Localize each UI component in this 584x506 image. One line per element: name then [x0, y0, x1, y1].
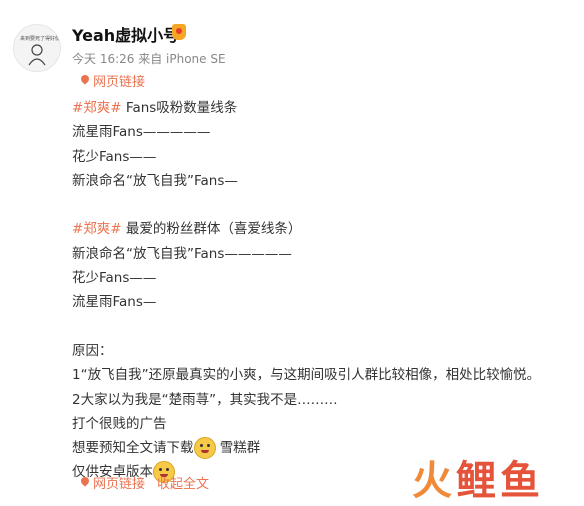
watermark-right: 鲤鱼 — [456, 458, 544, 504]
hashtag-link[interactable]: #郑爽# — [72, 221, 122, 237]
footer-web-link[interactable]: 网页链接 — [93, 473, 145, 492]
cartoon-figure-icon — [28, 44, 46, 66]
post-line: 流星雨Fans————— — [72, 120, 582, 144]
post-line: 新浪命名“放飞自我”Fans— — [72, 169, 582, 193]
location-pin-icon — [80, 477, 90, 489]
post-meta: 今天 16:26 来自 iPhone SE — [72, 52, 226, 66]
post-line: 2大家以为我是“楚雨荨”，其实我不是……… — [72, 388, 582, 412]
vip-badge-icon — [172, 24, 186, 40]
post-line: 花少Fans—— — [72, 145, 582, 169]
post-line: 花少Fans—— — [72, 266, 582, 290]
post-line: 打个很贱的广告 — [72, 412, 582, 436]
collapse-text-link[interactable]: 收起全文 — [157, 473, 209, 492]
post-line-text: 花少Fans—— — [72, 148, 157, 165]
watermark-left: 火 — [412, 458, 456, 504]
post-line: 原因： — [72, 339, 582, 363]
post-line-text: 1“放飞自我”还原最真实的小爽，与这期间吸引人群比较相像，相处比较愉悦。 — [72, 367, 541, 384]
post-line: 1“放飞自我”还原最真实的小爽，与这期间吸引人群比较相像，相处比较愉悦。 — [72, 363, 582, 387]
post-line-text: 流星雨Fans— — [72, 294, 157, 311]
post-body: #郑爽# Fans吸粉数量线条流星雨Fans————— 花少Fans—— 新浪命名“… — [72, 96, 582, 485]
post-line-text: 花少Fans—— — [72, 270, 157, 287]
post-line: 新浪命名“放飞自我”Fans————— — [72, 242, 582, 266]
post-line-text: 流星雨Fans————— — [72, 124, 211, 141]
post-line-text: 新浪命名“放飞自我”Fans————— — [72, 245, 292, 262]
post-line-suffix: 雪糕群 — [215, 440, 261, 457]
post-line-text: 新浪命名“放飞自我”Fans— — [72, 172, 238, 189]
post-line-text: 最爱的粉丝群体（喜爱线条） — [121, 221, 302, 238]
web-link[interactable]: 网页链接 — [80, 71, 145, 90]
post-line-text: Fans吸粉数量线条 — [121, 100, 238, 116]
post-line: #郑爽# Fans吸粉数量线条 — [72, 96, 582, 120]
post-line-text: 原因： — [72, 342, 113, 359]
post-line-text: 2大家以为我是“楚雨荨”，其实我不是……… — [72, 391, 338, 408]
avatar[interactable]: 来到要死了得好像 — [13, 24, 61, 72]
post-line-text: 打个很贱的广告 — [72, 415, 167, 432]
post-line: #郑爽# 最爱的粉丝群体（喜爱线条） — [72, 217, 582, 241]
angry-emoji — [193, 437, 216, 460]
location-pin-icon — [80, 75, 90, 87]
hashtag-link[interactable]: #郑爽# — [72, 100, 122, 116]
post-line-text: 想要预知全文请下载 — [72, 440, 194, 457]
username[interactable]: Yeah虚拟小号 — [72, 22, 179, 46]
avatar-caption: 来到要死了得好像 — [20, 36, 61, 42]
watermark-logo: 火鲤鱼 — [412, 448, 544, 506]
web-link-label: 网页链接 — [93, 75, 146, 90]
post-line: 流星雨Fans— — [72, 290, 582, 314]
post-footer: 网页链接 收起全文 — [80, 473, 209, 492]
